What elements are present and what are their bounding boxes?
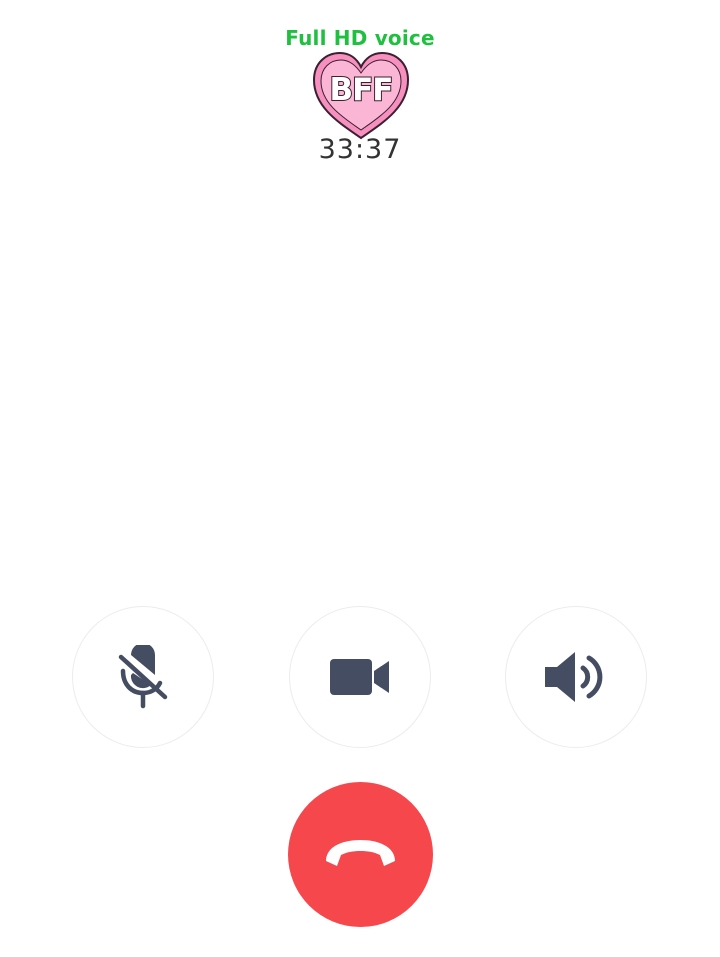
end-call-circle	[288, 782, 433, 927]
speaker-button[interactable]	[505, 606, 647, 748]
call-duration: 33:37	[318, 134, 402, 165]
call-quality-label: Full HD voice	[285, 26, 435, 50]
video-camera-icon	[330, 659, 389, 695]
contact-avatar: BFF	[311, 50, 411, 142]
end-call-button[interactable]	[288, 782, 433, 927]
avatar-label: BFF	[330, 72, 393, 108]
speaker-icon	[545, 652, 603, 702]
microphone-muted-icon	[118, 645, 168, 709]
video-button[interactable]	[289, 606, 431, 748]
mute-button[interactable]	[72, 606, 214, 748]
heart-bff-sticker: BFF	[312, 51, 410, 140]
